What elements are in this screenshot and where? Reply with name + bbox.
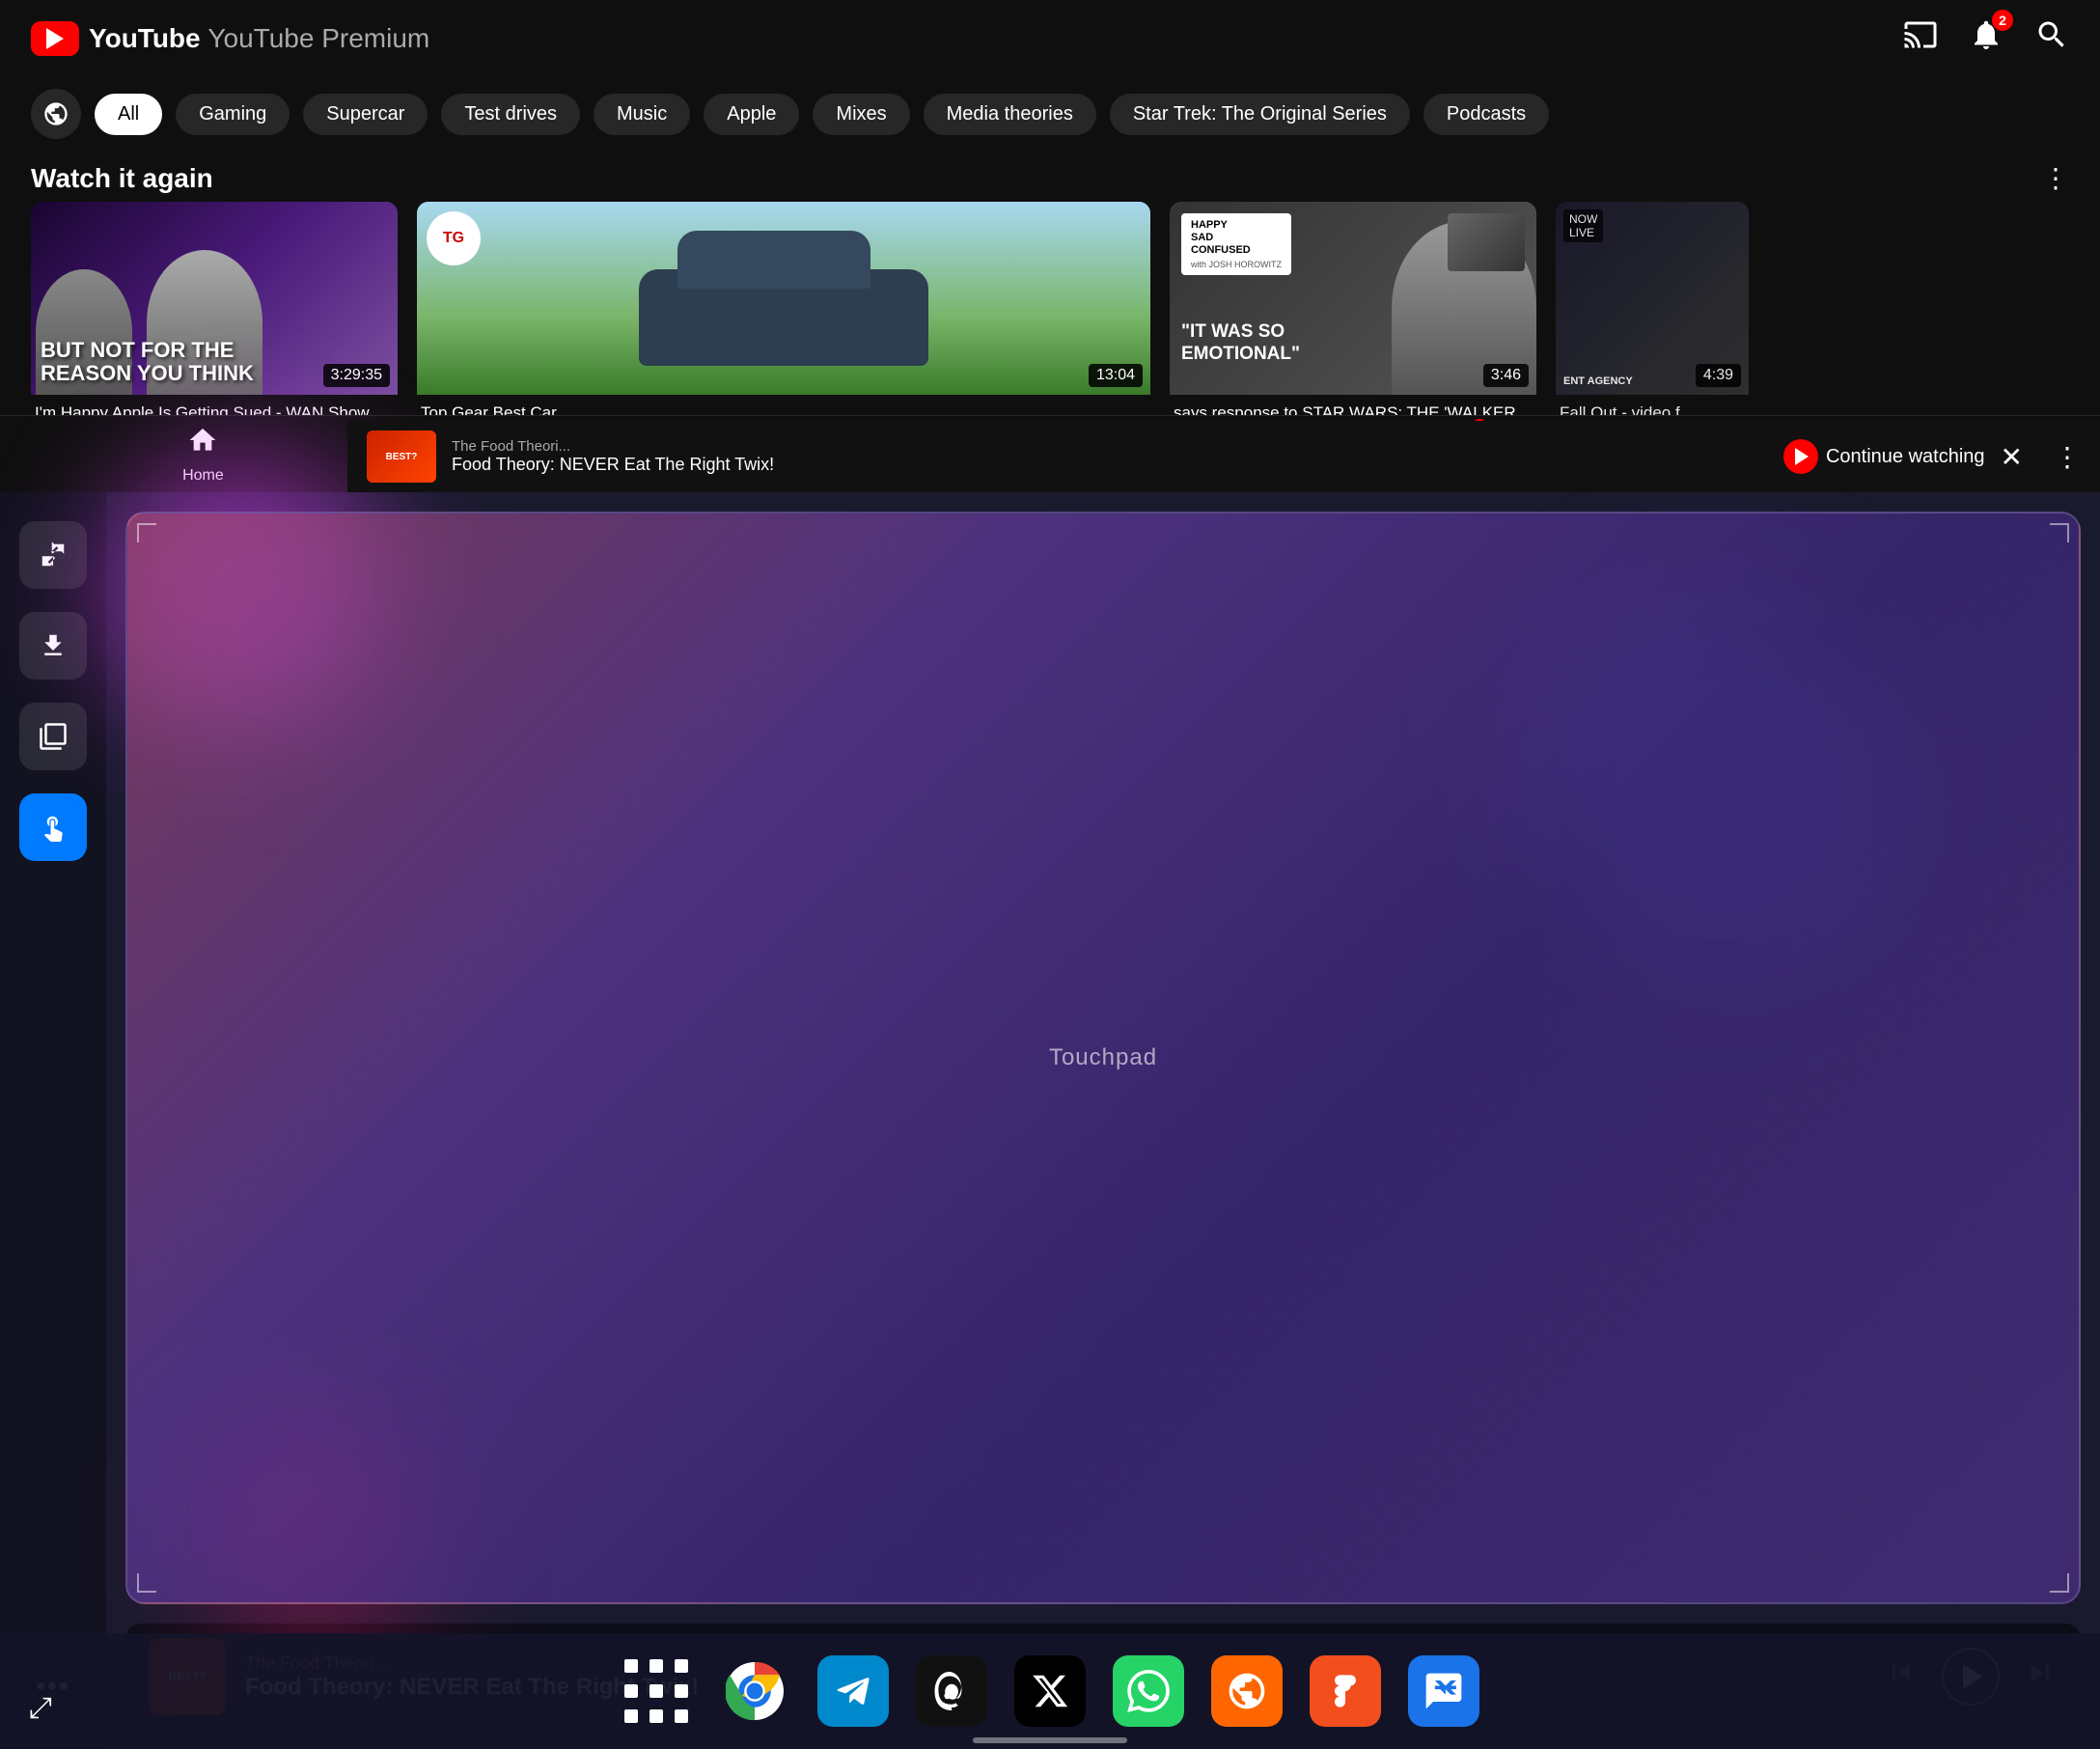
- notifications-button[interactable]: 2: [1969, 17, 2003, 60]
- mini-continue-label: Continue watching: [1826, 446, 1985, 468]
- filter-chip-podcasts[interactable]: Podcasts: [1423, 94, 1549, 135]
- filter-chip-music[interactable]: Music: [594, 94, 690, 135]
- youtube-logo[interactable]: YouTube YouTube Premium: [31, 21, 429, 56]
- duration-badge-nowv: 4:39: [1696, 364, 1741, 387]
- dex-sidebar-btn-resize[interactable]: [19, 521, 87, 589]
- dex-section: ••• Touchpad BEST? The Food Theori... Fo…: [0, 492, 2100, 1749]
- filter-chip-testdrives[interactable]: Test drives: [441, 94, 580, 135]
- duration-badge-wan: 3:29:35: [323, 364, 390, 387]
- dex-sidebar-btn-screenshot[interactable]: [19, 703, 87, 770]
- video-card-car[interactable]: TG 13:04 Top Gear Best Car Top Gear: [417, 202, 1150, 441]
- notification-badge: 2: [1992, 10, 2013, 31]
- touchpad-corner-bl: [137, 1573, 156, 1593]
- taskbar-figma[interactable]: [1310, 1655, 1381, 1727]
- touchpad-corner-tl: [137, 523, 156, 542]
- filter-chip-all[interactable]: All: [95, 94, 162, 135]
- tg-badge: TG: [427, 211, 481, 265]
- taskbar-whatsapp[interactable]: [1113, 1655, 1184, 1727]
- filter-chip-supercar[interactable]: Supercar: [303, 94, 428, 135]
- header-icons: 2: [1903, 17, 2069, 60]
- taskbar-twitter-x[interactable]: [1014, 1655, 1086, 1727]
- mini-player-info: The Food Theori... Food Theory: NEVER Ea…: [452, 438, 1768, 475]
- touchpad[interactable]: Touchpad: [125, 512, 2081, 1604]
- youtube-logo-text: YouTube YouTube Premium: [89, 23, 429, 54]
- filter-bar: All Gaming Supercar Test drives Music Ap…: [0, 77, 2100, 151]
- duration-badge-car: 13:04: [1089, 364, 1143, 387]
- dex-main: Touchpad BEST? The Food Theori... Food T…: [106, 492, 2100, 1749]
- mini-continue-icon: [1783, 439, 1818, 474]
- filter-chip-mixes[interactable]: Mixes: [813, 94, 909, 135]
- video-card-nowv[interactable]: NOWLIVE ENT AGENCY 4:39 Fall Out - video…: [1556, 202, 1749, 441]
- youtube-header: YouTube YouTube Premium 2: [0, 0, 2100, 77]
- dex-sidebar-btn-touchpad[interactable]: [19, 793, 87, 861]
- touchpad-corner-tr: [2050, 523, 2069, 542]
- explore-button[interactable]: [31, 89, 81, 139]
- filter-chip-gaming[interactable]: Gaming: [176, 94, 290, 135]
- watch-again-header: Watch it again ⋮: [0, 151, 2100, 202]
- mini-player-close[interactable]: ✕: [2001, 441, 2023, 473]
- video-row: BUT NOT FOR THEREASON YOU THINK 3:29:35 …: [0, 202, 2100, 441]
- mini-player-popup: BEST? The Food Theori... Food Theory: NE…: [347, 421, 2100, 492]
- duration-badge-hsc: 3:46: [1483, 364, 1529, 387]
- taskbar-google-chat[interactable]: [1408, 1655, 1479, 1727]
- video-card-wan[interactable]: BUT NOT FOR THEREASON YOU THINK 3:29:35 …: [31, 202, 398, 441]
- youtube-section: YouTube YouTube Premium 2: [0, 0, 2100, 492]
- taskbar-apps-grid[interactable]: [621, 1655, 692, 1727]
- car-shape: [639, 269, 928, 366]
- touchpad-corner-br: [2050, 1573, 2069, 1593]
- filter-chip-startrek[interactable]: Star Trek: The Original Series: [1110, 94, 1410, 135]
- search-button[interactable]: [2034, 17, 2069, 60]
- wan-title-overlay: BUT NOT FOR THEREASON YOU THINK: [41, 339, 254, 385]
- taskbar-globe-browser[interactable]: [1211, 1655, 1283, 1727]
- video-card-hsc[interactable]: HAPPYSADCONFUSED with JOSH HOROWITZ "IT …: [1170, 202, 1536, 441]
- filter-chip-media-theories[interactable]: Media theories: [924, 94, 1096, 135]
- taskbar-threads[interactable]: [916, 1655, 987, 1727]
- mini-player-title: Food Theory: NEVER Eat The Right Twix!: [452, 455, 1768, 475]
- filter-chip-apple[interactable]: Apple: [704, 94, 799, 135]
- mini-more-button[interactable]: ⋮: [2054, 441, 2081, 473]
- taskbar-indicator: [973, 1737, 1127, 1743]
- video-thumb-wan: BUT NOT FOR THEREASON YOU THINK 3:29:35: [31, 202, 398, 395]
- video-thumb-nowv: NOWLIVE ENT AGENCY 4:39: [1556, 202, 1749, 395]
- mini-player-thumb: BEST?: [367, 430, 436, 483]
- video-thumb-car: TG 13:04: [417, 202, 1150, 395]
- youtube-logo-icon: [31, 21, 79, 56]
- dex-sidebar: •••: [0, 492, 106, 1749]
- dex-sidebar-btn-download[interactable]: [19, 612, 87, 680]
- mini-player-continue[interactable]: Continue watching: [1783, 439, 1985, 474]
- mini-player-channel: The Food Theori...: [452, 438, 1768, 455]
- video-thumb-hsc: HAPPYSADCONFUSED with JOSH HOROWITZ "IT …: [1170, 202, 1536, 395]
- taskbar-telegram[interactable]: [817, 1655, 889, 1727]
- touchpad-label: Touchpad: [1049, 1044, 1157, 1071]
- cast-button[interactable]: [1903, 17, 1938, 60]
- section-more-button[interactable]: ⋮: [2042, 162, 2069, 194]
- expand-button[interactable]: ⤢: [29, 1692, 52, 1725]
- taskbar-chrome[interactable]: [719, 1655, 790, 1727]
- section-title: Watch it again: [31, 163, 213, 194]
- taskbar: ⤢: [0, 1633, 2100, 1749]
